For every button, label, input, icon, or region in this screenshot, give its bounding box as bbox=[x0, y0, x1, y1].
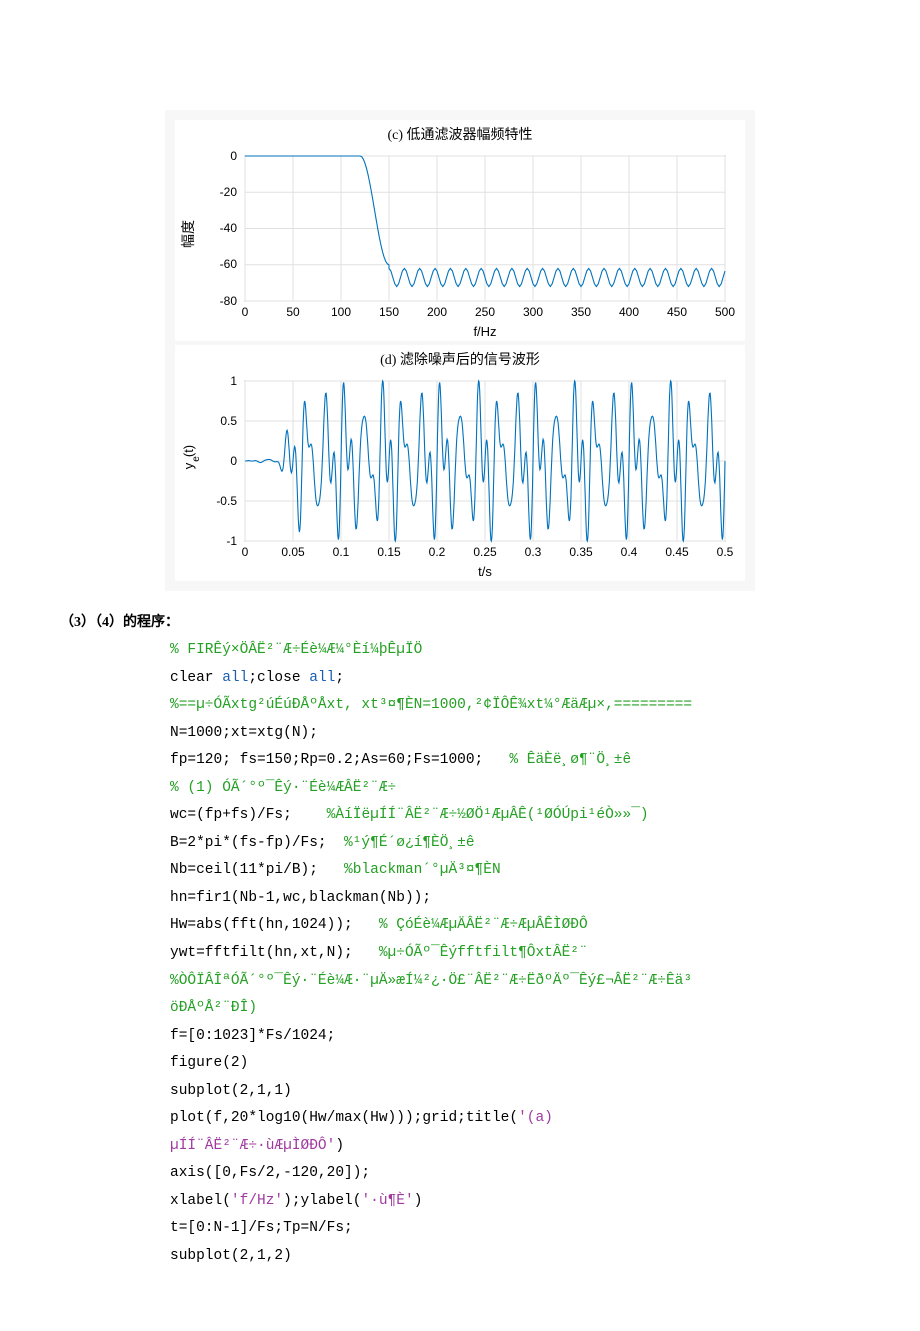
chart-c-ylabel: 幅度 bbox=[180, 220, 196, 248]
svg-text:0: 0 bbox=[230, 454, 237, 468]
svg-text:1: 1 bbox=[230, 374, 237, 388]
chart-d-xticks: 0 0.05 0.1 0.15 0.2 0.25 0.3 0.35 0.4 0.… bbox=[242, 545, 734, 559]
svg-text:200: 200 bbox=[427, 305, 447, 319]
figure-container: (c) 低通滤波器幅频特性 bbox=[165, 110, 755, 591]
svg-text:-1: -1 bbox=[226, 534, 237, 548]
svg-text:0: 0 bbox=[242, 305, 249, 319]
chart-c-xlabel: f/Hz bbox=[473, 324, 496, 339]
svg-text:0.5: 0.5 bbox=[717, 545, 734, 559]
chart-c-yticks: 0 -20 -40 -60 -80 bbox=[220, 149, 238, 308]
chart-d-xlabel: t/s bbox=[478, 564, 492, 579]
svg-text:0.45: 0.45 bbox=[665, 545, 689, 559]
svg-text:-20: -20 bbox=[220, 185, 238, 199]
section-heading: （3）（4）的程序： bbox=[60, 611, 860, 631]
chart-d-title: (d) 滤除噪声后的信号波形 bbox=[175, 345, 745, 371]
chart-d-ylabel: y e (t) bbox=[181, 445, 202, 469]
svg-text:0.25: 0.25 bbox=[473, 545, 497, 559]
svg-text:0.1: 0.1 bbox=[333, 545, 350, 559]
svg-text:0: 0 bbox=[230, 149, 237, 163]
svg-text:-60: -60 bbox=[220, 257, 238, 271]
svg-text:0.2: 0.2 bbox=[429, 545, 446, 559]
svg-text:250: 250 bbox=[475, 305, 495, 319]
svg-text:300: 300 bbox=[523, 305, 543, 319]
svg-text:(t): (t) bbox=[181, 445, 196, 457]
svg-text:0.15: 0.15 bbox=[377, 545, 401, 559]
svg-text:350: 350 bbox=[571, 305, 591, 319]
chart-d-yticks: 1 0.5 0 -0.5 -1 bbox=[216, 374, 237, 548]
chart-c-lowpass-magnitude: (c) 低通滤波器幅频特性 bbox=[175, 120, 745, 341]
svg-text:450: 450 bbox=[667, 305, 687, 319]
svg-text:y: y bbox=[181, 462, 196, 469]
chart-c-svg: 0 -20 -40 -60 -80 0 50 100 150 200 250 bbox=[175, 146, 745, 341]
svg-text:0.3: 0.3 bbox=[525, 545, 542, 559]
matlab-code-listing: % FIRÊý×ÖÂË²¨Æ÷Éè¼Æ¼°Èí¼þÊµÏÖclear all;c… bbox=[170, 637, 860, 1271]
chart-d-svg: 1 0.5 0 -0.5 -1 0 0.05 0.1 0.15 0.2 0.25… bbox=[175, 371, 745, 581]
svg-text:0.4: 0.4 bbox=[621, 545, 638, 559]
svg-text:0.05: 0.05 bbox=[281, 545, 305, 559]
chart-c-xticks: 0 50 100 150 200 250 300 350 400 450 500 bbox=[242, 305, 736, 319]
svg-text:100: 100 bbox=[331, 305, 351, 319]
svg-text:500: 500 bbox=[715, 305, 735, 319]
svg-text:-0.5: -0.5 bbox=[216, 494, 237, 508]
svg-text:0.5: 0.5 bbox=[220, 414, 237, 428]
svg-text:400: 400 bbox=[619, 305, 639, 319]
svg-text:50: 50 bbox=[286, 305, 300, 319]
chart-c-title: (c) 低通滤波器幅频特性 bbox=[175, 120, 745, 146]
svg-text:150: 150 bbox=[379, 305, 399, 319]
svg-text:-80: -80 bbox=[220, 294, 238, 308]
svg-text:-40: -40 bbox=[220, 221, 238, 235]
chart-d-filtered-signal: (d) 滤除噪声后的信号波形 bbox=[175, 345, 745, 581]
svg-text:0.35: 0.35 bbox=[569, 545, 593, 559]
svg-text:0: 0 bbox=[242, 545, 249, 559]
